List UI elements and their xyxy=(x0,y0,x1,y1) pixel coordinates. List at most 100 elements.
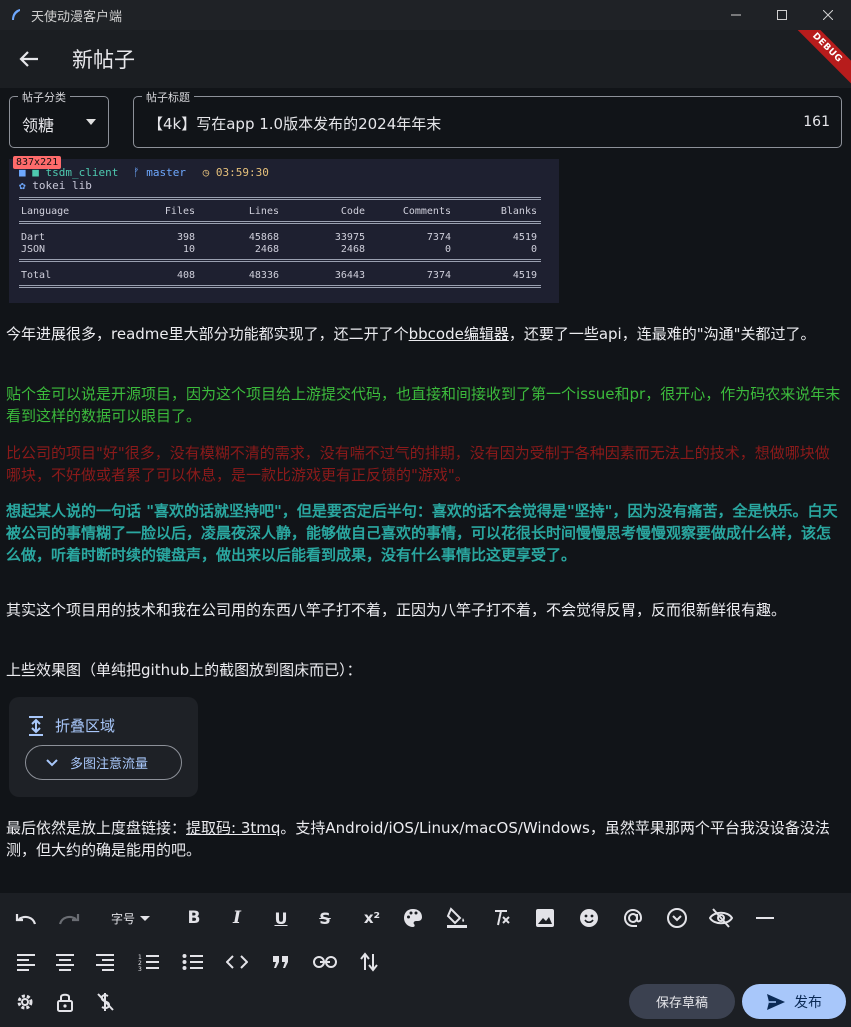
title-label: 帖子标题 xyxy=(142,89,194,105)
cell: 408 xyxy=(176,270,195,281)
bullet-list-icon xyxy=(182,954,203,970)
underline-button[interactable]: U xyxy=(267,904,295,932)
code-icon xyxy=(226,955,248,969)
cell: Dart xyxy=(21,232,46,243)
strikethrough-button[interactable]: S xyxy=(311,904,339,932)
horizontal-rule-icon xyxy=(756,917,774,919)
undo-button[interactable] xyxy=(12,904,40,932)
clear-format-button[interactable] xyxy=(487,904,515,932)
expand-images-label: 多图注意流量 xyxy=(70,757,149,772)
clear-format-icon xyxy=(495,910,510,926)
bold-icon: B xyxy=(187,908,201,928)
align-left-button[interactable] xyxy=(12,948,40,976)
align-center-button[interactable] xyxy=(51,948,79,976)
redo-button[interactable] xyxy=(55,904,83,932)
cell: JSON xyxy=(21,244,46,255)
collapse-header[interactable]: 折叠区域 xyxy=(27,715,115,736)
header-files: Files xyxy=(164,206,195,217)
cell: 2468 xyxy=(340,244,365,255)
header-language: Language xyxy=(21,206,70,217)
italic-button[interactable]: I xyxy=(223,904,251,932)
paragraph-green: 贴个金可以说是开源项目，因为这个项目给上游提交代码，也直接和间接收到了第一个is… xyxy=(6,385,841,425)
category-value: 领糖 xyxy=(22,116,55,135)
terminal-time-value: 03:59:30 xyxy=(215,166,269,179)
paragraph: 上些效果图（单纯把github上的截图放到图床而已）： xyxy=(6,661,362,679)
terminal-command: ✿ tokei lib xyxy=(19,179,92,192)
collapse-insert-button[interactable] xyxy=(663,904,691,932)
font-size-label: 字号 xyxy=(111,912,136,926)
superscript-button[interactable]: x² xyxy=(358,904,386,932)
expand-circle-icon xyxy=(667,908,687,928)
superscript-icon: x² xyxy=(363,909,381,927)
cell: 45868 xyxy=(248,232,279,243)
bold-button[interactable]: B xyxy=(180,904,208,932)
price-button[interactable] xyxy=(91,988,119,1016)
cell: 36443 xyxy=(334,270,365,281)
text-color-button[interactable] xyxy=(399,904,427,932)
publish-button[interactable]: 发布 xyxy=(742,984,846,1019)
settings-button[interactable] xyxy=(11,988,39,1016)
link-button[interactable] xyxy=(311,948,339,976)
send-icon xyxy=(767,993,785,1010)
close-window-button[interactable] xyxy=(805,0,851,30)
minimize-icon xyxy=(731,14,741,16)
hide-content-button[interactable] xyxy=(707,904,735,932)
cell: 48336 xyxy=(248,270,279,281)
quote-button[interactable] xyxy=(267,948,295,976)
git-branch-icon: ᚠ xyxy=(132,166,147,179)
align-right-icon xyxy=(96,954,114,971)
terminal-time: ◷ 03:59:30 xyxy=(203,166,269,179)
image-size-badge: 837x221 xyxy=(13,156,62,169)
paragraph-text: 最后依然是放上度盘链接： xyxy=(6,819,187,837)
paragraph-text: 今年进展很多，readme里大部分功能都实现了，还二开了个 xyxy=(6,325,409,343)
insert-image-button[interactable] xyxy=(531,904,559,932)
save-draft-button[interactable]: 保存草稿 xyxy=(629,984,735,1019)
palette-icon xyxy=(404,909,422,927)
swap-button[interactable] xyxy=(355,948,383,976)
cell: 33975 xyxy=(334,232,365,243)
lock-button[interactable] xyxy=(51,988,79,1016)
publish-label: 发布 xyxy=(794,994,822,1011)
strikethrough-icon: S xyxy=(319,908,331,928)
emoji-button[interactable] xyxy=(575,904,603,932)
header-blanks: Blanks xyxy=(500,206,537,217)
undo-icon xyxy=(15,914,37,925)
header-lines: Lines xyxy=(248,206,279,217)
paragraph: 今年进展很多，readme里大部分功能都实现了，还二开了个bbcode编辑器，还… xyxy=(6,323,842,345)
align-right-button[interactable] xyxy=(91,948,119,976)
terminal-command-text: tokei lib xyxy=(32,179,92,192)
background-color-button[interactable] xyxy=(443,904,471,932)
back-button[interactable] xyxy=(16,46,42,72)
terminal-total-row: Total 408 48336 36443 7374 4519 xyxy=(19,270,541,282)
page-title: 新帖子 xyxy=(72,48,135,72)
italic-icon: I xyxy=(233,908,241,928)
netdisk-link[interactable]: 提取码: 3tmq xyxy=(186,819,280,837)
cell: 10 xyxy=(182,244,195,255)
ordered-list-button[interactable]: 123 xyxy=(135,948,163,976)
cell: 398 xyxy=(176,232,195,243)
image-icon xyxy=(536,909,554,927)
paragraph: 其实这个项目用的技术和我在公司用的东西八竿子打不着，正因为八竿子打不着，不会觉得… xyxy=(6,601,787,619)
bbcode-editor-link[interactable]: bbcode编辑器 xyxy=(409,325,509,343)
divider-button[interactable] xyxy=(751,904,779,932)
title-value: 【4k】写在app 1.0版本发布的2024年年末 xyxy=(148,115,442,133)
caret-down-icon xyxy=(140,916,151,921)
mention-button[interactable] xyxy=(619,904,647,932)
svg-text:3: 3 xyxy=(138,966,142,971)
quote-icon xyxy=(273,956,288,968)
code-button[interactable] xyxy=(223,948,251,976)
paragraph: 最后依然是放上度盘链接：提取码: 3tmq。支持Android/iOS/Linu… xyxy=(6,817,842,861)
chevron-down-icon xyxy=(46,758,58,766)
collapse-block: 折叠区域 多图注意流量 xyxy=(9,697,198,797)
minimize-button[interactable] xyxy=(713,0,759,30)
title-input[interactable]: 帖子标题 【4k】写在app 1.0版本发布的2024年年末 161 xyxy=(133,89,842,148)
font-size-dropdown[interactable]: 字号 xyxy=(111,910,151,927)
expand-images-button[interactable]: 多图注意流量 xyxy=(25,745,182,780)
bullet-list-button[interactable] xyxy=(179,948,207,976)
redo-icon xyxy=(58,914,80,925)
category-select[interactable]: 帖子分类 领糖 xyxy=(9,89,109,148)
dropdown-arrow-icon xyxy=(86,119,96,125)
embedded-terminal-image[interactable]: ■ ■ tsdm_client ᚠ master ◷ 03:59:30 ✿ to… xyxy=(9,159,559,303)
cell: 7374 xyxy=(426,232,451,243)
maximize-button[interactable] xyxy=(759,0,805,30)
